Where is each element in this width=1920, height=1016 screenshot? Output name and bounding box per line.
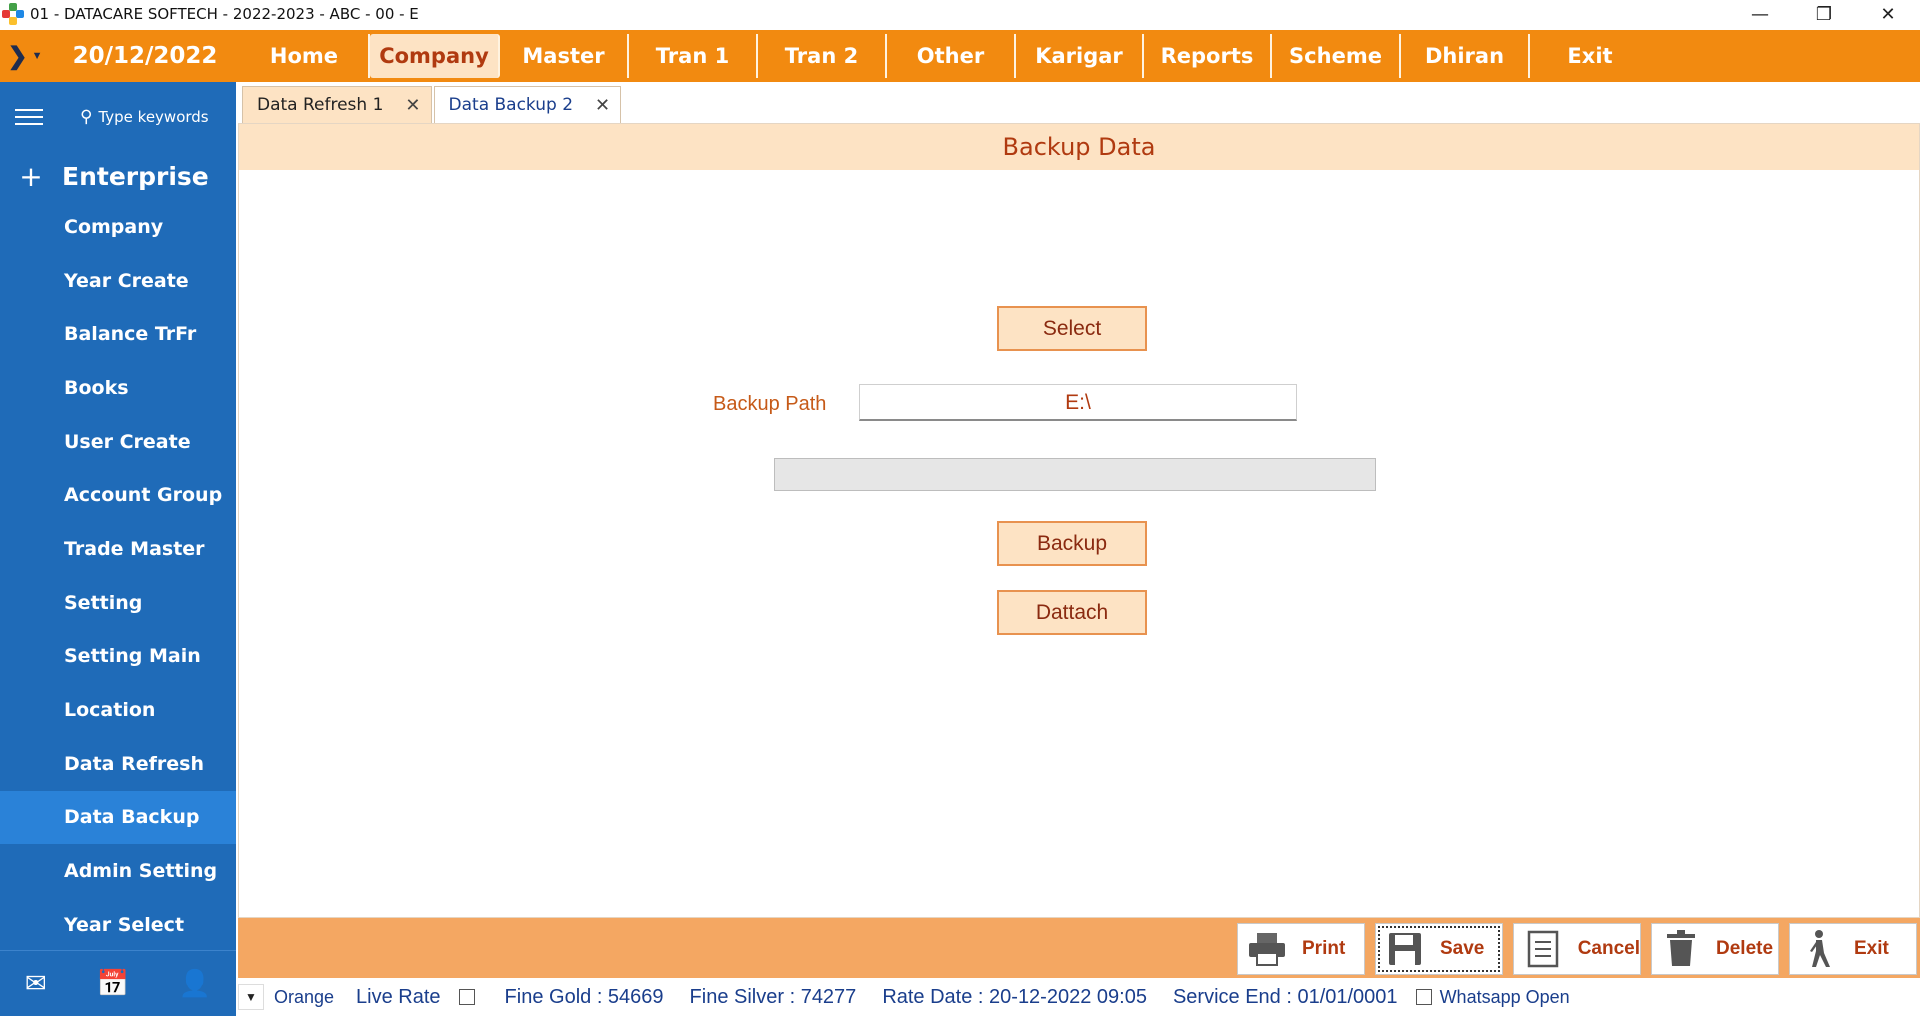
backup-panel: Backup Data Select Backup Path E:\ Backu… [238, 123, 1920, 918]
menu-other[interactable]: Other [887, 34, 1016, 78]
menu-master[interactable]: Master [500, 34, 629, 78]
save-button[interactable]: Save [1375, 923, 1503, 975]
sidebar-item-user-create[interactable]: User Create [0, 415, 236, 469]
backup-progress-bar [774, 458, 1376, 491]
sidebar: ⚲ Type keywords + Enterprise Company Yea… [0, 82, 236, 1016]
sidebar-item-data-refresh[interactable]: Data Refresh [0, 737, 236, 791]
status-bar: ▼ Orange Live Rate Fine Gold : 54669 Fin… [238, 978, 1920, 1016]
search-placeholder: Type keywords [98, 108, 209, 126]
minimize-icon[interactable]: — [1728, 0, 1792, 28]
document-tabs: Data Refresh 1 ✕ Data Backup 2 ✕ [242, 86, 623, 124]
save-label: Save [1440, 938, 1485, 959]
menu-tran-2[interactable]: Tran 2 [758, 34, 887, 78]
tab-label: Data Backup 2 [448, 95, 574, 115]
document-icon [1522, 928, 1564, 970]
window-title: 01 - DATACARE SOFTECH - 2022-2023 - ABC … [30, 5, 419, 23]
floppy-disk-icon [1384, 928, 1426, 970]
mail-icon[interactable]: ✉ [25, 968, 47, 999]
app-logo-icon [2, 3, 24, 25]
fine-gold-value: Fine Gold : 54669 [504, 985, 664, 1008]
sidebar-section-enterprise[interactable]: + Enterprise [0, 152, 236, 200]
print-button[interactable]: Print [1237, 923, 1365, 975]
whatsapp-open-label: Whatsapp Open [1439, 986, 1570, 1007]
sidebar-footer: ✉ 📅 👤 [0, 950, 236, 1016]
menu-home[interactable]: Home [240, 34, 370, 78]
sidebar-item-company[interactable]: Company [0, 200, 236, 254]
theme-dropdown-icon[interactable]: ▼ [238, 984, 264, 1010]
delete-button[interactable]: Delete [1651, 923, 1779, 975]
menu-bar: ❯ ▼ 20/12/2022 Home Company Master Tran 1… [0, 30, 1920, 82]
expand-plus-icon: + [19, 159, 43, 193]
restore-icon[interactable]: ❐ [1792, 0, 1856, 28]
sidebar-search[interactable]: ⚲ Type keywords [80, 107, 209, 127]
exit-label: Exit [1854, 938, 1889, 959]
window-controls: — ❐ ✕ [1728, 0, 1920, 28]
menu-chevron-icon[interactable]: ❯ ▼ [0, 30, 50, 82]
service-end-value: Service End : 01/01/0001 [1172, 985, 1398, 1008]
search-icon: ⚲ [80, 107, 93, 127]
theme-name: Orange [274, 986, 335, 1007]
close-icon[interactable]: ✕ [595, 95, 610, 116]
sidebar-item-year-select[interactable]: Year Select [0, 898, 236, 952]
sidebar-item-books[interactable]: Books [0, 361, 236, 415]
sidebar-item-setting-main[interactable]: Setting Main [0, 630, 236, 684]
title-bar: 01 - DATACARE SOFTECH - 2022-2023 - ABC … [0, 0, 1920, 28]
tab-data-refresh-1[interactable]: Data Refresh 1 ✕ [242, 86, 432, 124]
cancel-label: Cancel [1577, 938, 1640, 959]
sidebar-top: ⚲ Type keywords [0, 82, 236, 152]
hamburger-icon[interactable] [0, 109, 58, 125]
walking-person-icon [1798, 928, 1840, 970]
menu-scheme[interactable]: Scheme [1272, 34, 1401, 78]
close-icon[interactable]: ✕ [1856, 0, 1920, 28]
fine-silver-value: Fine Silver : 74277 [689, 985, 857, 1008]
select-button[interactable]: Select [997, 306, 1147, 351]
sidebar-item-account-group[interactable]: Account Group [0, 468, 236, 522]
print-label: Print [1302, 938, 1346, 959]
menu-reports[interactable]: Reports [1144, 34, 1272, 78]
cancel-button[interactable]: Cancel [1513, 923, 1641, 975]
action-bar: Print Save Cancel Delete Exit [238, 918, 1920, 978]
live-rate-checkbox[interactable] [458, 989, 475, 1005]
menu-karigar[interactable]: Karigar [1016, 34, 1144, 78]
tab-label: Data Refresh 1 [257, 95, 384, 115]
close-icon[interactable]: ✕ [405, 95, 420, 116]
live-rate-label: Live Rate [356, 985, 441, 1008]
whatsapp-open-checkbox[interactable] [1415, 989, 1432, 1005]
sidebar-item-year-create[interactable]: Year Create [0, 254, 236, 308]
sidebar-item-trade-master[interactable]: Trade Master [0, 522, 236, 576]
menu-dhiran[interactable]: Dhiran [1401, 34, 1530, 78]
dattach-button[interactable]: Dattach [997, 590, 1147, 635]
sidebar-item-admin-setting[interactable]: Admin Setting [0, 844, 236, 898]
menu-tran-1[interactable]: Tran 1 [629, 34, 758, 78]
backup-button[interactable]: Backup [997, 521, 1147, 566]
menu-exit[interactable]: Exit [1530, 34, 1650, 78]
user-settings-icon[interactable]: 👤 [179, 968, 211, 999]
app-window: 01 - DATACARE SOFTECH - 2022-2023 - ABC … [0, 0, 1920, 1016]
sidebar-section-title: Enterprise [62, 161, 209, 191]
calendar-icon[interactable]: 📅 [97, 968, 129, 999]
backup-path-label: Backup Path [713, 393, 827, 415]
exit-button[interactable]: Exit [1789, 923, 1917, 975]
sidebar-item-data-backup[interactable]: Data Backup [0, 790, 236, 845]
panel-title: Backup Data [239, 124, 1919, 170]
sidebar-item-balance-trfr[interactable]: Balance TrFr [0, 307, 236, 361]
printer-icon [1246, 928, 1288, 970]
current-date: 20/12/2022 [72, 43, 218, 69]
rate-date-value: Rate Date : 20-12-2022 09:05 [882, 985, 1147, 1008]
sidebar-item-location[interactable]: Location [0, 683, 236, 737]
menu-company[interactable]: Company [370, 34, 500, 78]
backup-path-input[interactable]: E:\ [859, 384, 1297, 421]
delete-label: Delete [1716, 938, 1774, 959]
tab-data-backup-2[interactable]: Data Backup 2 ✕ [433, 86, 622, 124]
sidebar-item-setting[interactable]: Setting [0, 576, 236, 630]
trash-icon [1660, 928, 1702, 970]
